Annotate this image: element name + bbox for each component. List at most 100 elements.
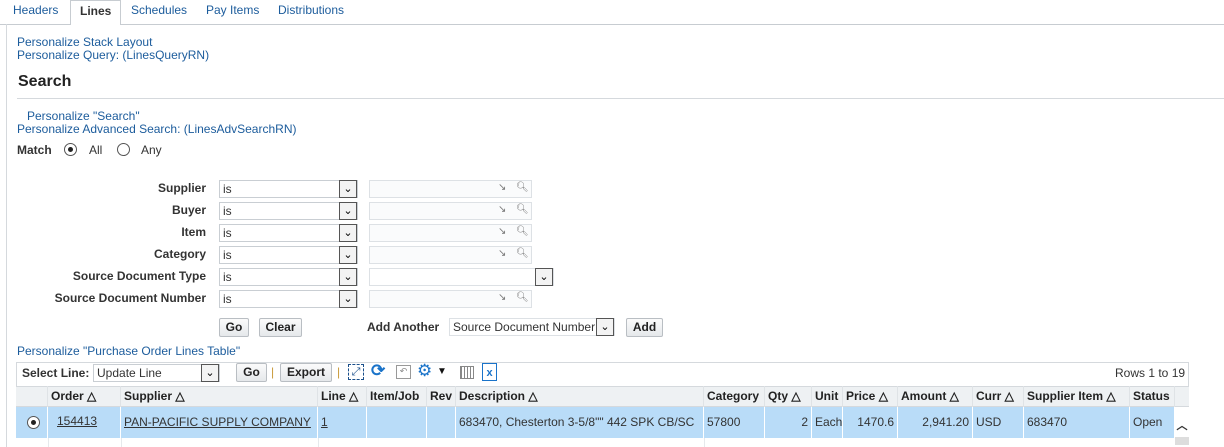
source-doc-number-operator-select[interactable]: is ⌄	[219, 290, 358, 308]
source-doc-number-input[interactable]: ↘ 🔍︎	[369, 290, 532, 308]
scroll-thumb[interactable]	[1175, 437, 1189, 445]
personalize-search-link[interactable]: Personalize "Search"	[27, 109, 140, 123]
tab-pay-items[interactable]: Pay Items	[197, 0, 268, 24]
detach-icon[interactable]: ⤢	[348, 364, 364, 380]
operator-value: is	[223, 248, 232, 262]
chevron-down-icon: ⌄	[596, 318, 614, 336]
search-icon[interactable]: 🔍︎	[516, 204, 529, 215]
clear-button[interactable]: Clear	[259, 318, 302, 337]
buyer-input[interactable]: ↘ 🔍︎	[369, 202, 532, 220]
add-another-label: Add Another	[367, 320, 440, 334]
qty-cell: 2	[765, 407, 812, 438]
gear-icon[interactable]: ⚙	[417, 361, 432, 381]
chevron-down-icon: ⌄	[339, 268, 357, 286]
curr-cell: USD	[973, 407, 1024, 438]
caret-down-icon[interactable]: ▼	[437, 366, 447, 377]
match-label: Match	[17, 143, 52, 157]
category-input[interactable]: ↘ 🔍︎	[369, 246, 532, 264]
search-icon[interactable]: 🔍︎	[516, 182, 529, 193]
chevron-down-icon: ⌄	[339, 290, 357, 308]
item-cell	[367, 407, 427, 438]
tab-lines[interactable]: Lines	[70, 0, 122, 25]
col-price[interactable]: Price △	[843, 386, 898, 407]
status-cell: Open	[1130, 407, 1175, 438]
supplier-input[interactable]: ↘ 🔍︎	[369, 180, 532, 198]
row-select-cell[interactable]	[16, 407, 48, 438]
line-link[interactable]: 1	[318, 407, 367, 438]
col-description[interactable]: Description △	[456, 386, 704, 407]
col-supplier[interactable]: Supplier △	[121, 386, 318, 407]
expand-icon: ↘	[498, 204, 507, 215]
excel-icon[interactable]: x	[482, 363, 497, 381]
category-label: Category	[153, 247, 206, 261]
tab-schedules[interactable]: Schedules	[122, 0, 196, 24]
description-cell: 683470, Chesterton 3-5/8"" 442 SPK CB/SC	[456, 407, 704, 438]
table-go-button[interactable]: Go	[236, 363, 267, 382]
category-operator-select[interactable]: is ⌄	[219, 246, 358, 264]
source-doc-number-label: Source Document Number	[54, 291, 206, 305]
search-go-button[interactable]: Go	[219, 318, 249, 337]
scrollbar[interactable]: ︿	[1175, 407, 1189, 447]
col-item-job: Item/Job	[367, 386, 427, 407]
source-doc-type-value-select[interactable]: ⌄	[369, 268, 554, 286]
item-label: Item	[181, 225, 206, 239]
buyer-operator-select[interactable]: is ⌄	[219, 202, 358, 220]
refresh-icon[interactable]: ⟳	[371, 361, 385, 381]
supplier-label: Supplier	[157, 181, 206, 195]
select-line-select[interactable]: Update Line ⌄	[93, 364, 220, 382]
supplier-link[interactable]: PAN-PACIFIC SUPPLY COMPANY	[121, 407, 318, 438]
add-button[interactable]: Add	[626, 318, 663, 337]
order-link[interactable]: 154413	[48, 407, 121, 438]
search-icon[interactable]: 🔍︎	[516, 292, 529, 303]
col-order[interactable]: Order △	[48, 386, 121, 407]
add-another-select[interactable]: Source Document Number ⌄	[449, 318, 615, 336]
next-row	[16, 438, 1175, 447]
personalize-query-link[interactable]: Personalize Query: (LinesQueryRN)	[17, 48, 209, 62]
col-curr[interactable]: Curr △	[973, 386, 1024, 407]
buyer-label: Buyer	[171, 203, 206, 217]
col-line[interactable]: Line △	[318, 386, 367, 407]
price-cell: 1470.6	[843, 407, 898, 438]
chevron-down-icon: ⌄	[339, 180, 357, 198]
chevron-down-icon: ⌄	[339, 246, 357, 264]
expand-icon: ↘	[498, 226, 507, 237]
match-all-radio[interactable]	[64, 143, 77, 156]
chevron-down-icon: ⌄	[339, 224, 357, 242]
item-input[interactable]: ↘ 🔍︎	[369, 224, 532, 242]
unit-cell: Each	[812, 407, 843, 438]
col-category: Category	[704, 386, 765, 407]
chevron-down-icon: ⌄	[339, 202, 357, 220]
operator-value: is	[223, 226, 232, 240]
tab-headers[interactable]: Headers	[4, 0, 67, 24]
separator: |	[271, 365, 275, 379]
personalize-stack-link[interactable]: Personalize Stack Layout	[17, 35, 152, 49]
amount-cell: 2,941.20	[898, 407, 973, 438]
export-button[interactable]: Export	[280, 363, 332, 382]
heading-divider	[17, 98, 1224, 99]
match-any-radio[interactable]	[117, 143, 130, 156]
col-rev: Rev	[427, 386, 456, 407]
supplier-operator-select[interactable]: is ⌄	[219, 180, 358, 198]
col-amount[interactable]: Amount △	[898, 386, 973, 407]
supplier-item-cell: 683470	[1024, 407, 1130, 438]
scroll-up-icon[interactable]: ︿	[1175, 417, 1189, 433]
personalize-table-link[interactable]: Personalize "Purchase Order Lines Table"	[17, 344, 240, 358]
category-cell: 57800	[704, 407, 765, 438]
row-radio[interactable]	[27, 416, 40, 429]
expand-icon: ↘	[498, 182, 507, 193]
source-doc-type-operator-select[interactable]: is ⌄	[219, 268, 358, 286]
col-supplier-item[interactable]: Supplier Item △	[1024, 386, 1130, 407]
col-qty[interactable]: Qty △	[765, 386, 812, 407]
tab-distributions[interactable]: Distributions	[269, 0, 353, 24]
search-icon[interactable]: 🔍︎	[516, 226, 529, 237]
select-col-header	[16, 386, 48, 407]
operator-value: is	[223, 204, 232, 218]
reset-icon[interactable]: ↶	[396, 365, 411, 379]
item-operator-select[interactable]: is ⌄	[219, 224, 358, 242]
search-icon[interactable]: 🔍︎	[516, 248, 529, 259]
personalize-adv-search-link[interactable]: Personalize Advanced Search: (LinesAdvSe…	[17, 122, 296, 136]
match-any-label: Any	[141, 143, 162, 157]
col-unit: Unit	[812, 386, 843, 407]
chevron-down-icon: ⌄	[535, 268, 553, 286]
columns-icon[interactable]	[460, 366, 474, 379]
